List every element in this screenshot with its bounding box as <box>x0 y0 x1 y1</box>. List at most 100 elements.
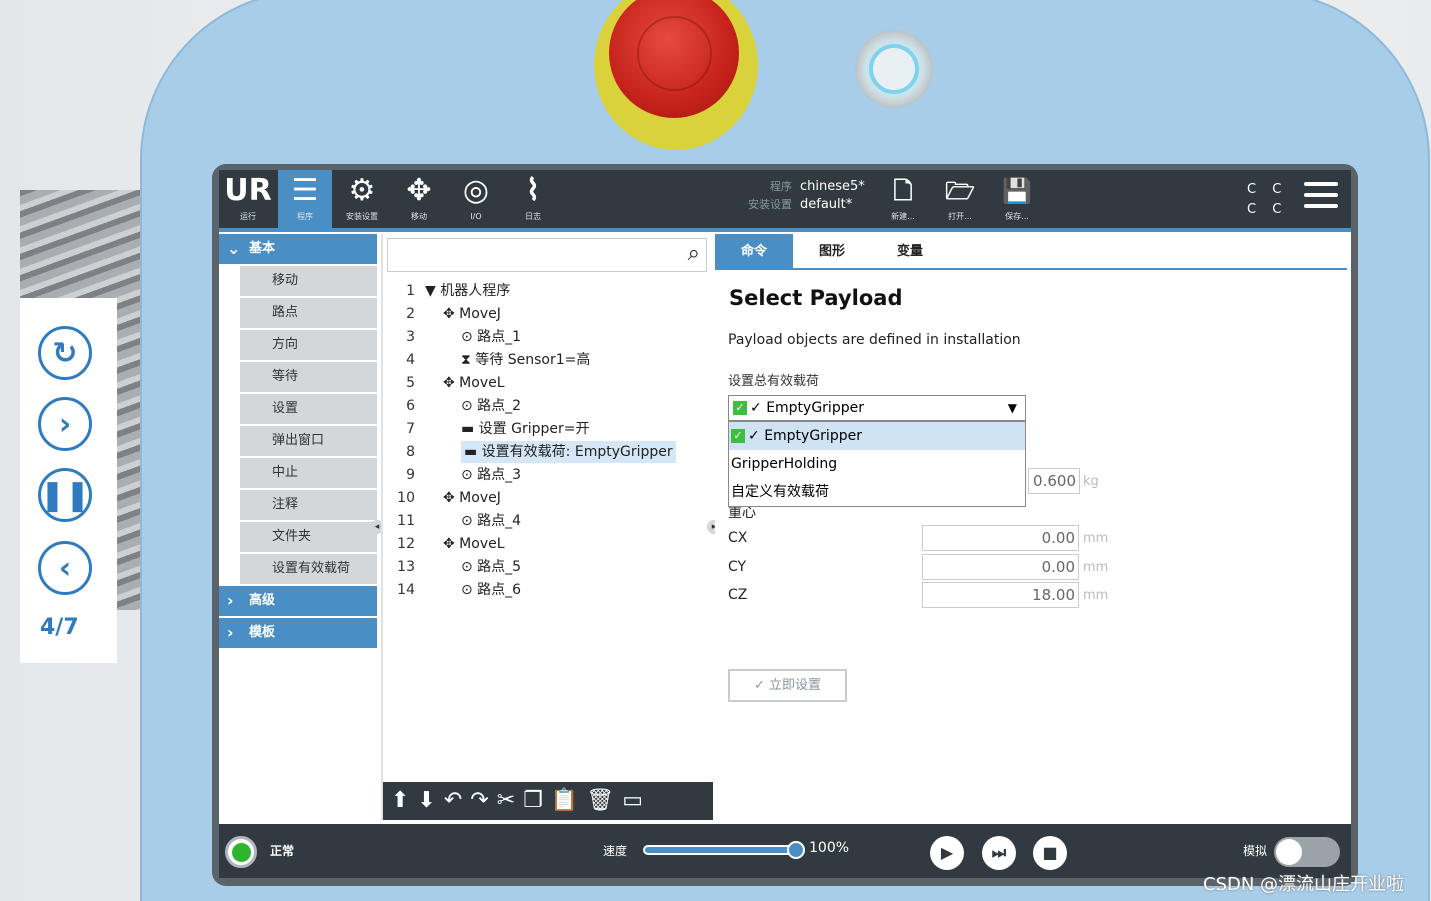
tree-row[interactable]: 10 ✥ MoveJ <box>383 487 711 509</box>
save-icon: 💾 <box>1002 177 1032 205</box>
tree-row[interactable]: 11 ⊙ 路点_4 <box>383 510 711 532</box>
cz-field[interactable]: 18.00 <box>922 582 1079 608</box>
topbar-button-move[interactable]: ✥ 移动 <box>392 170 446 228</box>
line-number: 7 <box>406 421 415 437</box>
tree-row[interactable]: 7 ▬ 设置 Gripper=开 <box>383 418 711 440</box>
tree-row[interactable]: 6 ⊙ 路点_2 <box>383 395 711 417</box>
chevron-down-icon: ⌄ <box>227 239 241 258</box>
simulation-toggle[interactable] <box>1274 837 1340 867</box>
line-number: 6 <box>406 398 415 414</box>
file-button-open-folder[interactable]: 🗁 打开... <box>933 170 987 228</box>
nav-item[interactable]: 文件夹 <box>240 522 377 552</box>
line-number: 11 <box>397 513 415 529</box>
topbar-button-log[interactable]: ⌇ 日志 <box>506 170 560 228</box>
nav-header-template[interactable]: › 模板 <box>219 618 377 648</box>
topbar-button-robot-arm[interactable]: ⚙ 安装设置 <box>335 170 389 228</box>
payload-option[interactable]: GripperHolding <box>729 450 1025 478</box>
topbar-button-ur-logo[interactable]: UR 运行 <box>221 170 275 228</box>
tree-row[interactable]: 1 ▼ 机器人程序 <box>383 280 711 302</box>
previous-icon[interactable]: ‹ <box>38 541 92 595</box>
speed-slider-handle[interactable] <box>787 841 805 859</box>
line-number: 8 <box>406 444 415 460</box>
nav-item[interactable]: 方向 <box>240 330 377 360</box>
pause-icon[interactable]: ❚❚ <box>38 468 92 522</box>
installation-name: default* <box>800 197 853 212</box>
set-now-button[interactable]: ✓ 立即设置 <box>728 669 847 702</box>
topbar-button-io[interactable]: ◎ I/O <box>449 170 503 228</box>
tree-row[interactable]: 13 ⊙ 路点_5 <box>383 556 711 578</box>
tree-node-label: ▬ 设置 Gripper=开 <box>461 421 590 437</box>
program-info: 程序 chinese5* 安装设置 default* <box>744 178 884 214</box>
next-icon[interactable]: › <box>38 397 92 451</box>
tab-variables[interactable]: 变量 <box>871 234 949 270</box>
nav-item[interactable]: 等待 <box>240 362 377 392</box>
tree-node-label: ▬ 设置有效载荷: EmptyGripper <box>461 441 676 463</box>
tree-row[interactable]: 4 ⧗ 等待 Sensor1=高 <box>383 349 711 371</box>
tree-row[interactable]: 3 ⊙ 路点_1 <box>383 326 711 348</box>
estop-inner-icon <box>637 16 712 91</box>
topbar-button-program[interactable]: ☰ 程序 <box>278 170 332 228</box>
tree-row[interactable]: 12 ✥ MoveL <box>383 533 711 555</box>
status-indicator-icon[interactable] <box>225 836 257 868</box>
move-icon: ✥ <box>406 173 432 208</box>
speed-slider[interactable] <box>643 845 795 855</box>
tree-row[interactable]: 8 ▬ 设置有效载荷: EmptyGripper <box>383 441 711 463</box>
program-tree: ⌕ 1 ▼ 机器人程序 2 ✥ MoveJ 3 ⊙ 路点_1 4 ⧗ 等待 Sensor1=高… <box>381 234 713 820</box>
tree-node-label: ▼ 机器人程序 <box>425 283 511 299</box>
replay-icon[interactable]: ↻ <box>38 326 92 380</box>
power-button[interactable] <box>855 30 933 108</box>
file-button-new-file[interactable]: 🗋 新建... <box>876 170 930 228</box>
tree-row[interactable]: 2 ✥ MoveJ <box>383 303 711 325</box>
speed-value: 100% <box>809 840 850 856</box>
nav-header-basic[interactable]: ⌄ 基本 <box>219 234 377 264</box>
nav-item[interactable]: 中止 <box>240 458 377 488</box>
tree-toolbar[interactable]: ⬆⬇↶↷✂❐📋🗑▭ <box>383 782 713 820</box>
check-icon: ✓ <box>731 429 745 443</box>
mass-field[interactable]: 0.600 <box>1028 468 1080 494</box>
nav-item[interactable]: 注释 <box>240 490 377 520</box>
tab-command[interactable]: 命令 <box>715 234 793 270</box>
search-icon[interactable]: ⌕ <box>688 241 700 266</box>
payload-option[interactable]: ✓ ✓ EmptyGripper <box>729 422 1025 450</box>
cy-field[interactable]: 0.00 <box>922 554 1079 580</box>
tab-graphics[interactable]: 图形 <box>793 234 871 270</box>
stop-button[interactable]: ■ <box>1033 836 1067 870</box>
line-number: 2 <box>406 306 415 322</box>
speed-label: 速度 <box>603 844 628 858</box>
nav-item[interactable]: 设置有效载荷 <box>240 554 377 584</box>
tree-row[interactable]: 5 ✥ MoveL <box>383 372 711 394</box>
payload-option[interactable]: 自定义有效载荷 <box>729 478 1025 506</box>
top-toolbar: UR 运行 ☰ 程序 ⚙ 安装设置 ✥ 移动 ◎ I/O ⌇ 日志 程序 chinese5* 安装设置 d… <box>219 170 1351 228</box>
new-file-icon: 🗋 <box>893 177 913 205</box>
nav-item[interactable]: 弹出窗口 <box>240 426 377 456</box>
check-icon: ✓ <box>733 401 747 415</box>
payload-select[interactable]: ✓ ✓ EmptyGripper ▼ <box>728 395 1026 421</box>
file-button-save[interactable]: 💾 保存... <box>990 170 1044 228</box>
nav-item[interactable]: 移动 <box>240 266 377 296</box>
cy-unit: mm <box>1083 560 1109 575</box>
cx-unit: mm <box>1083 531 1109 546</box>
tree-node-label: ⊙ 路点_3 <box>461 467 522 483</box>
nav-item[interactable]: 设置 <box>240 394 377 424</box>
power-icon <box>869 44 919 94</box>
tree-node-label: ⧗ 等待 Sensor1=高 <box>461 352 591 368</box>
tree-node-label: ⊙ 路点_4 <box>461 513 522 529</box>
cx-label: CX <box>728 530 748 546</box>
cx-field[interactable]: 0.00 <box>922 525 1079 551</box>
line-number: 5 <box>406 375 415 391</box>
open-folder-icon: 🗁 <box>945 177 975 205</box>
tree-row[interactable]: 9 ⊙ 路点_3 <box>383 464 711 486</box>
step-button[interactable]: ⏭ <box>982 836 1016 870</box>
hamburger-menu-icon[interactable] <box>1304 182 1338 212</box>
tree-node-label: ⊙ 路点_5 <box>461 559 522 575</box>
nav-header-advanced[interactable]: › 高级 <box>219 586 377 616</box>
program-key: 程序 <box>770 180 792 193</box>
tree-search-input[interactable]: ⌕ <box>387 238 707 272</box>
top-accent-line <box>219 228 1351 232</box>
tree-row[interactable]: 14 ⊙ 路点_6 <box>383 579 711 601</box>
nav-item[interactable]: 路点 <box>240 298 377 328</box>
play-button[interactable]: ▶ <box>930 836 964 870</box>
tab-bar: 命令 图形 变量 <box>715 234 1347 270</box>
page-indicator: 4/7 <box>40 615 79 640</box>
set-total-payload-label: 设置总有效载荷 <box>728 374 820 389</box>
